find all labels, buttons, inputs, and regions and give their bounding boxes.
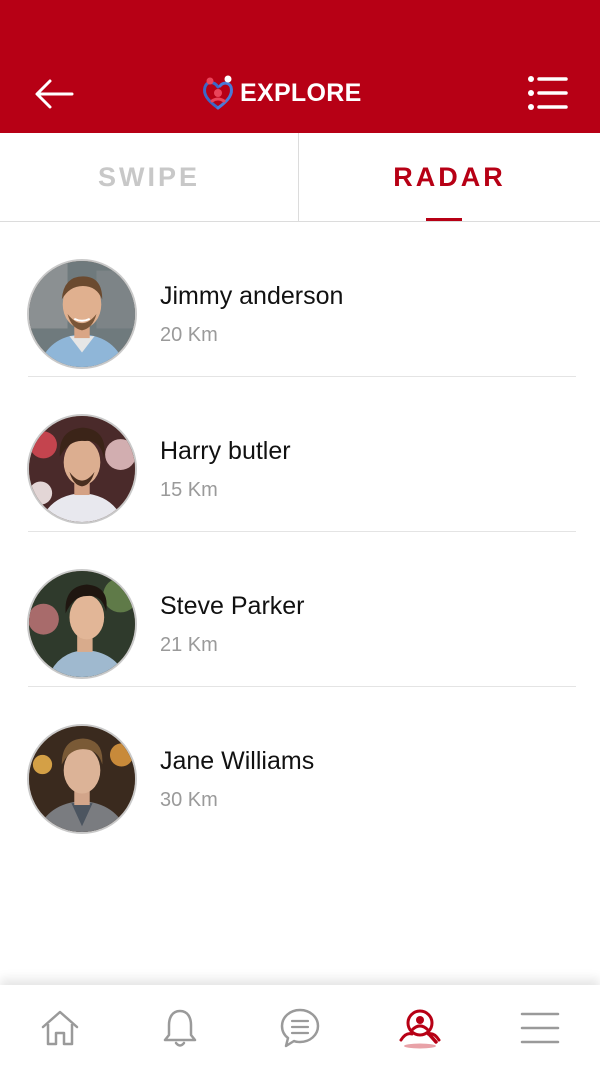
nav-more[interactable] [480,985,600,1070]
explore-screen: EXPLORE SWIPE RADAR Jimmy anderson 20 Km… [0,0,600,1070]
arrow-left-icon [35,79,74,109]
person-name: Harry butler [160,437,291,465]
tab-radar-label: RADAR [393,161,506,192]
tab-bar: SWIPE RADAR [0,133,600,222]
avatar [27,414,137,524]
person-name: Jimmy anderson [160,282,344,310]
nav-notifications[interactable] [120,985,240,1070]
back-button[interactable] [30,74,76,114]
people-list: Jimmy anderson 20 Km Harry butler 15 Km … [0,222,600,842]
active-tab-indicator [426,218,462,221]
avatar [27,569,137,679]
home-icon [41,1010,79,1045]
bell-icon [163,1009,197,1047]
list-item[interactable]: Jimmy anderson 20 Km [0,222,600,377]
nav-home[interactable] [0,985,120,1070]
list-item[interactable]: Jane Williams 30 Km [0,687,600,842]
list-item[interactable]: Harry butler 15 Km [0,377,600,532]
person-distance: 30 Km [160,789,218,811]
heart-couple-logo-icon [203,75,233,110]
person-name: Steve Parker [160,592,305,620]
brand: EXPLORE [201,73,362,113]
person-distance: 21 Km [160,634,218,656]
person-name: Jane Williams [160,747,315,775]
person-photo-icon [29,571,135,677]
person-photo-icon [29,416,135,522]
person-distance: 20 Km [160,324,218,346]
list-item[interactable]: Steve Parker 21 Km [0,532,600,687]
chat-icon [280,1008,320,1047]
person-photo-icon [29,261,135,367]
nav-radar[interactable] [360,985,480,1070]
person-photo-icon [29,726,135,832]
list-icon [528,76,568,110]
hamburger-menu-icon [520,1012,560,1043]
avatar [27,724,137,834]
tab-swipe[interactable]: SWIPE [0,133,299,221]
page-title: EXPLORE [240,78,362,107]
app-header: EXPLORE [0,0,600,133]
avatar [27,259,137,369]
nav-messages[interactable] [240,985,360,1070]
tab-radar[interactable]: RADAR [299,133,600,221]
bottom-navigation [0,985,600,1070]
radar-people-icon [399,1009,441,1048]
list-menu-button[interactable] [525,74,569,112]
person-distance: 15 Km [160,479,218,501]
